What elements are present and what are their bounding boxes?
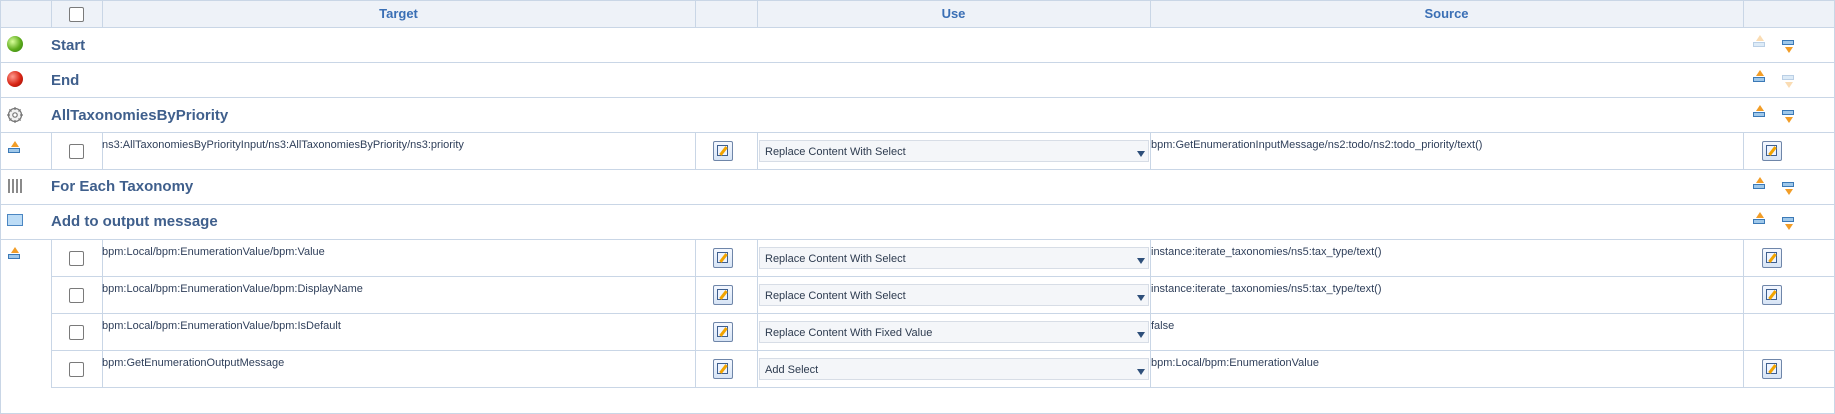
move-up-icon[interactable] xyxy=(1751,176,1767,192)
column-divider xyxy=(695,133,696,169)
section-end-row: End xyxy=(1,63,1834,98)
move-down-icon[interactable] xyxy=(1780,108,1796,124)
section-title-for-each: For Each Taxonomy xyxy=(51,178,194,195)
column-divider xyxy=(695,351,696,387)
use-select[interactable]: Add Select xyxy=(759,358,1149,380)
move-down-icon[interactable] xyxy=(1780,180,1796,196)
loop-icon xyxy=(8,179,22,193)
edit-source-button[interactable] xyxy=(1762,141,1782,161)
section-title-end: End xyxy=(51,72,80,89)
target-path: bpm:Local/bpm:EnumerationValue/bpm:IsDef… xyxy=(102,320,341,332)
section-add-output-row: Add to output message xyxy=(1,205,1834,240)
table-row: bpm:Local/bpm:EnumerationValue/bpm:IsDef… xyxy=(51,314,1834,351)
use-value: Replace Content With Select xyxy=(765,253,906,265)
move-down-icon xyxy=(1780,73,1796,89)
source-path: instance:iterate_taxonomies/ns5:tax_type… xyxy=(1151,246,1382,258)
header-icon-column xyxy=(1,1,52,27)
source-path: bpm:GetEnumerationInputMessage/ns2:todo/… xyxy=(1151,139,1483,151)
use-select[interactable]: Replace Content With Select xyxy=(759,247,1149,269)
row-checkbox[interactable] xyxy=(69,288,84,303)
start-icon xyxy=(7,36,23,52)
use-select[interactable]: Replace Content With Select xyxy=(759,140,1149,162)
column-divider xyxy=(695,277,696,313)
column-divider xyxy=(695,314,696,350)
column-divider xyxy=(51,133,52,169)
edit-source-button[interactable] xyxy=(1762,248,1782,268)
edit-target-button[interactable] xyxy=(713,285,733,305)
move-down-icon[interactable] xyxy=(1780,38,1796,54)
section-title-all-taxonomies: AllTaxonomiesByPriority xyxy=(51,107,229,124)
target-path: bpm:Local/bpm:EnumerationValue/bpm:Value xyxy=(102,246,325,258)
section-start-row: Start xyxy=(1,28,1834,63)
copy-icon xyxy=(6,140,22,156)
section-for-each-row: For Each Taxonomy xyxy=(1,170,1834,205)
header-actions xyxy=(1743,1,1834,27)
edit-target-button[interactable] xyxy=(713,359,733,379)
use-value: Replace Content With Select xyxy=(765,290,906,302)
row-checkbox[interactable] xyxy=(69,325,84,340)
column-divider xyxy=(695,240,696,276)
source-path: instance:iterate_taxonomies/ns5:tax_type… xyxy=(1151,283,1382,295)
source-value: false xyxy=(1151,320,1175,332)
edit-target-button[interactable] xyxy=(713,248,733,268)
assignment-group: bpm:Local/bpm:EnumerationValue/bpm:Value… xyxy=(1,240,1834,388)
mapping-table: Target Use Source Start End AllTaxonomie… xyxy=(0,0,1835,414)
use-value: Replace Content With Fixed Value xyxy=(765,327,933,339)
select-all-checkbox[interactable] xyxy=(69,7,84,22)
column-divider xyxy=(1743,314,1744,350)
target-path: bpm:GetEnumerationOutputMessage xyxy=(102,357,285,369)
use-select[interactable]: Replace Content With Fixed Value xyxy=(759,321,1149,343)
column-divider xyxy=(757,240,758,276)
row-checkbox[interactable] xyxy=(69,362,84,377)
target-path: bpm:Local/bpm:EnumerationValue/bpm:Displ… xyxy=(102,283,363,295)
header-select-all-cell xyxy=(51,1,103,27)
header-use: Use xyxy=(757,1,1151,27)
edit-target-button[interactable] xyxy=(713,141,733,161)
section-title-add-output: Add to output message xyxy=(51,213,218,230)
column-divider xyxy=(757,351,758,387)
column-divider xyxy=(757,133,758,169)
table-header: Target Use Source xyxy=(1,1,1834,28)
table-row: ns3:AllTaxonomiesByPriorityInput/ns3:All… xyxy=(1,133,1834,170)
header-target: Target xyxy=(102,1,696,27)
move-up-icon[interactable] xyxy=(1751,104,1767,120)
column-divider xyxy=(757,277,758,313)
table-row: bpm:Local/bpm:EnumerationValue/bpm:Value… xyxy=(51,240,1834,277)
table-row: bpm:GetEnumerationOutputMessage Add Sele… xyxy=(51,351,1834,388)
use-select[interactable]: Replace Content With Select xyxy=(759,284,1149,306)
message-icon xyxy=(7,214,23,226)
row-checkbox[interactable] xyxy=(69,251,84,266)
copy-icon xyxy=(6,246,22,262)
source-path: bpm:Local/bpm:EnumerationValue xyxy=(1151,357,1319,369)
use-value: Replace Content With Select xyxy=(765,146,906,158)
column-divider xyxy=(1743,277,1744,313)
move-down-icon[interactable] xyxy=(1780,215,1796,231)
column-divider xyxy=(1743,133,1744,169)
edit-target-button[interactable] xyxy=(713,322,733,342)
column-divider xyxy=(1743,351,1744,387)
section-all-taxonomies-row: AllTaxonomiesByPriority xyxy=(1,98,1834,133)
edit-source-button[interactable] xyxy=(1762,359,1782,379)
table-row: bpm:Local/bpm:EnumerationValue/bpm:Displ… xyxy=(51,277,1834,314)
move-up-icon xyxy=(1751,34,1767,50)
header-source: Source xyxy=(1150,1,1744,27)
edit-source-button[interactable] xyxy=(1762,285,1782,305)
end-icon xyxy=(7,71,23,87)
column-divider xyxy=(1743,240,1744,276)
section-title-start: Start xyxy=(51,37,86,54)
move-up-icon[interactable] xyxy=(1751,69,1767,85)
column-divider xyxy=(757,314,758,350)
header-edit-column xyxy=(695,1,758,27)
target-path: ns3:AllTaxonomiesByPriorityInput/ns3:All… xyxy=(102,139,464,151)
gear-icon xyxy=(7,107,23,123)
use-value: Add Select xyxy=(765,364,819,376)
move-up-icon[interactable] xyxy=(1751,211,1767,227)
row-checkbox[interactable] xyxy=(69,144,84,159)
